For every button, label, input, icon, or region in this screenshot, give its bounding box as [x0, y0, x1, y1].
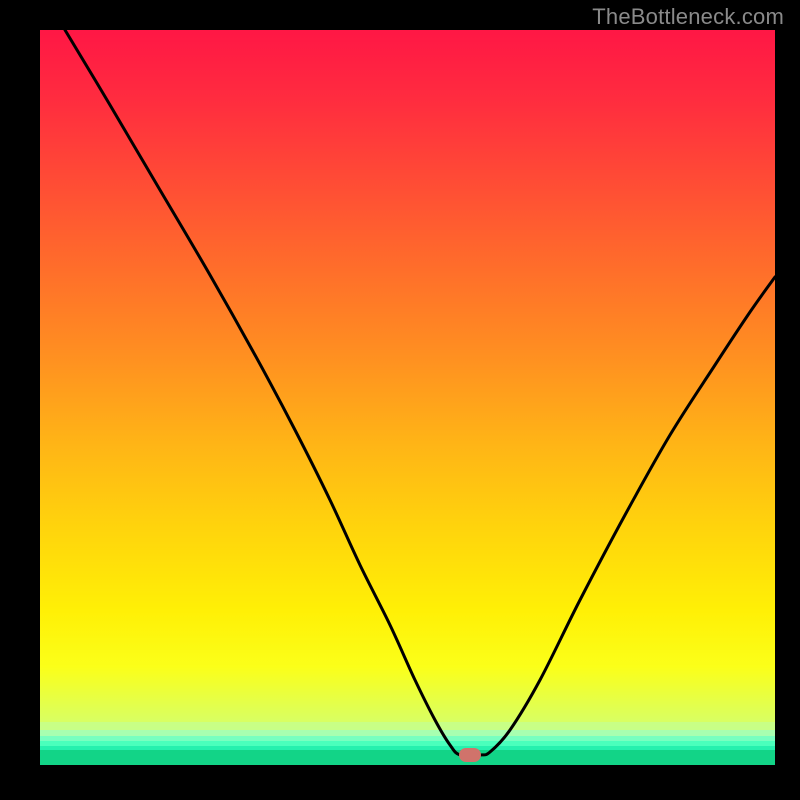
- plot-area: [40, 30, 775, 765]
- bottleneck-curve-path: [65, 30, 775, 756]
- stage: TheBottleneck.com: [0, 0, 800, 800]
- bottleneck-curve: [40, 30, 775, 765]
- watermark: TheBottleneck.com: [592, 4, 784, 30]
- sweet-spot-marker: [459, 748, 481, 762]
